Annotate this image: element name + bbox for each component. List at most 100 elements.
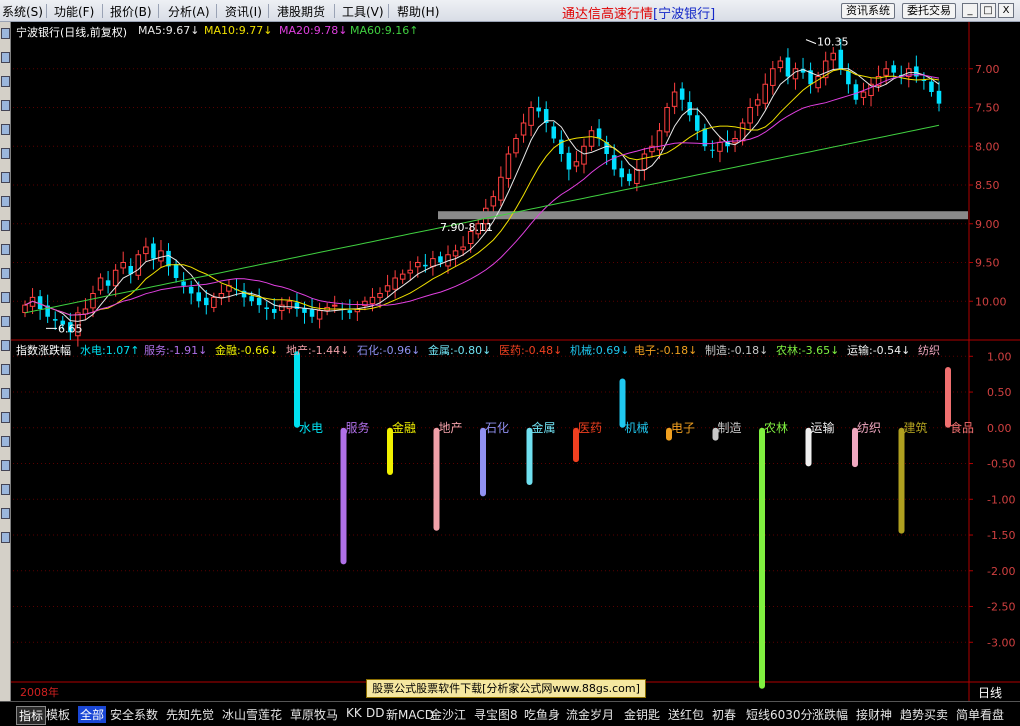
- candle-body-up: [211, 296, 217, 308]
- tab-0[interactable]: 指标: [16, 706, 47, 725]
- toolbar-icon[interactable]: [1, 244, 10, 255]
- tab-21[interactable]: 简单看盘: [956, 706, 1004, 723]
- tab-9[interactable]: 新MACD: [386, 706, 434, 723]
- candle-body-up: [407, 269, 414, 274]
- toolbar-icon[interactable]: [1, 292, 10, 303]
- menu-system[interactable]: 系统(S): [2, 3, 43, 20]
- menu-quote[interactable]: 报价(B): [110, 3, 152, 20]
- sector-bar-10: [759, 427, 765, 689]
- toolbar-icon[interactable]: [1, 148, 10, 159]
- sector-bar-label: 建筑: [904, 420, 928, 435]
- tab-8[interactable]: DD: [366, 706, 384, 720]
- toolbar-icon[interactable]: [1, 484, 10, 495]
- minimize-button[interactable]: _: [962, 3, 978, 18]
- toolbar-icon[interactable]: [1, 412, 10, 423]
- tab-20[interactable]: 趋势买卖: [900, 706, 948, 723]
- candle-body-up: [573, 161, 580, 167]
- candle-body-up: [754, 99, 761, 106]
- sector-legend-item: 运输:-0.54↓: [847, 344, 911, 357]
- toolbar-icon[interactable]: [1, 100, 10, 111]
- tab-2[interactable]: 全部: [78, 706, 107, 723]
- sector-legend-item: 地产:-1.44↓: [286, 344, 350, 357]
- toolbar-icon[interactable]: [1, 316, 10, 327]
- toolbar-icon[interactable]: [1, 436, 10, 447]
- toolbar-icon[interactable]: [1, 172, 10, 183]
- toolbar-icon[interactable]: [1, 532, 10, 543]
- candle-body-down: [619, 168, 625, 178]
- candle-body-down: [710, 149, 715, 151]
- grid-layer: [11, 22, 1020, 702]
- sector-bar-label: 食品: [950, 420, 974, 435]
- toolbar-icon[interactable]: [1, 388, 10, 399]
- candle-body-up: [528, 107, 534, 126]
- toolbar-icon[interactable]: [1, 28, 10, 39]
- toolbar-icon[interactable]: [1, 220, 10, 231]
- tab-19[interactable]: 接财神: [856, 706, 892, 723]
- menu-separator: [102, 4, 103, 18]
- candle-body-down: [566, 152, 572, 170]
- candle-body-up: [770, 68, 776, 86]
- candle-body-up: [762, 83, 769, 104]
- ma-line-ma20: [24, 74, 940, 316]
- tab-14[interactable]: 金钥匙: [624, 706, 660, 723]
- toolbar-icon[interactable]: [1, 508, 10, 519]
- menu-tools[interactable]: 工具(V): [342, 3, 384, 20]
- candle-body-up: [498, 176, 504, 201]
- sector-bar-label: 制造: [718, 421, 742, 435]
- period-label[interactable]: 日线: [978, 684, 1002, 701]
- candle-body-up: [588, 130, 595, 147]
- toolbar-icon[interactable]: [1, 268, 10, 279]
- sector-bar-label: 水电: [299, 421, 323, 435]
- tab-5[interactable]: 冰山雪莲花: [222, 706, 282, 723]
- menu-hk-futures[interactable]: 港股期货: [277, 3, 325, 20]
- ad-banner[interactable]: 股票公式股票软件下载[分析家公式网www.88gs.com]: [366, 679, 646, 698]
- candle-body-down: [204, 297, 209, 306]
- tab-3[interactable]: 安全系数: [110, 706, 158, 723]
- tab-16[interactable]: 初春: [712, 706, 736, 723]
- tab-7[interactable]: KK: [346, 706, 362, 720]
- tab-15[interactable]: 送红包: [668, 706, 704, 723]
- menu-function[interactable]: 功能(F): [54, 3, 94, 20]
- trade-button[interactable]: 委托交易: [902, 3, 956, 19]
- tab-1[interactable]: 模板: [46, 706, 70, 723]
- sector-legend-item: 机械:0.69↓: [570, 344, 630, 357]
- news-system-button[interactable]: 资讯系统: [841, 3, 895, 19]
- candle-body-up: [331, 304, 338, 307]
- sector-bar-label: 地产: [439, 421, 463, 435]
- candle-body-down: [846, 71, 851, 85]
- tab-17[interactable]: 短线6030分: [746, 706, 813, 723]
- app-title-prefix: 通达信高速行情: [562, 7, 654, 22]
- candle-body-down: [536, 107, 541, 112]
- maximize-button[interactable]: □: [980, 3, 996, 18]
- candle-body-down: [249, 296, 254, 302]
- menu-analysis[interactable]: 分析(A): [168, 3, 210, 20]
- sector-legend-item: 水电:1.07↑: [80, 344, 140, 357]
- candle-body-up: [634, 169, 640, 184]
- toolbar-icon[interactable]: [1, 124, 10, 135]
- tab-11[interactable]: 寻宝图8: [474, 706, 518, 723]
- candle-body-down: [151, 243, 156, 259]
- tab-13[interactable]: 流金岁月: [566, 706, 614, 723]
- tab-12[interactable]: 吃鱼身: [524, 706, 560, 723]
- toolbar-icon[interactable]: [1, 460, 10, 471]
- high-marker: [805, 39, 817, 45]
- toolbar-icon[interactable]: [1, 364, 10, 375]
- sector-bar-label: 石化: [485, 421, 509, 435]
- menu-info[interactable]: 资讯(I): [225, 3, 262, 20]
- close-button[interactable]: X: [998, 3, 1014, 18]
- tab-10[interactable]: 金沙江: [430, 706, 466, 723]
- candle-body-up: [513, 138, 519, 154]
- menu-help[interactable]: 帮助(H): [397, 3, 439, 20]
- toolbar-icon[interactable]: [1, 76, 10, 87]
- tab-6[interactable]: 草原牧马: [290, 706, 338, 723]
- sector-legend-item: 纺织: [918, 344, 940, 357]
- tab-4[interactable]: 先知先觉: [166, 706, 214, 723]
- ma-layer: [24, 68, 940, 322]
- toolbar-icon[interactable]: [1, 52, 10, 63]
- candle-body-up: [664, 107, 670, 133]
- tab-18[interactable]: 涨跌幅: [812, 706, 848, 723]
- candle-body-up: [460, 246, 466, 251]
- toolbar-icon[interactable]: [1, 196, 10, 207]
- sector-legend-item: 服务:-1.91↓: [144, 344, 208, 357]
- toolbar-icon[interactable]: [1, 340, 10, 351]
